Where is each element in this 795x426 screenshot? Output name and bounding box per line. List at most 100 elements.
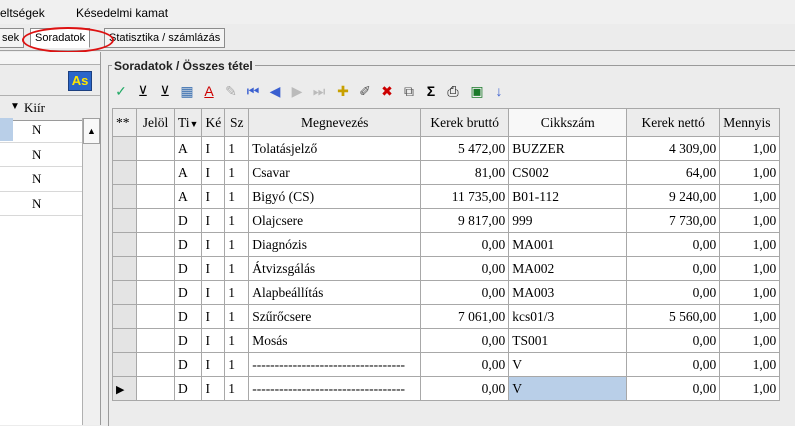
kerek-netto-cell[interactable]: 0,00 bbox=[626, 256, 721, 281]
left-panel-scrollbar[interactable]: ▲ bbox=[82, 118, 100, 425]
column-header-kiir[interactable]: Kiír bbox=[24, 100, 45, 116]
cikkszam-cell[interactable]: kcs01/3 bbox=[508, 304, 628, 329]
list-item[interactable]: N bbox=[0, 118, 82, 143]
menu-item-kesedelmi-kamat[interactable]: Késedelmi kamat bbox=[76, 6, 168, 20]
prev-record-icon[interactable]: ◀ bbox=[266, 82, 284, 100]
table-row[interactable]: D I 1 Alapbeállítás 0,00 MA003 0,00 1,00 bbox=[112, 280, 781, 305]
sum-icon[interactable]: Σ bbox=[422, 82, 440, 100]
ke-cell[interactable]: I bbox=[201, 280, 226, 305]
ti-cell[interactable]: D bbox=[173, 328, 203, 353]
filter-icon[interactable]: ⊻ bbox=[134, 82, 152, 100]
tab-statisztika[interactable]: Statisztika / számlázás bbox=[104, 28, 226, 48]
jelol-cell[interactable] bbox=[136, 280, 175, 305]
edit-record-icon[interactable]: ✐ bbox=[356, 82, 374, 100]
mennyiseg-cell[interactable]: 1,00 bbox=[719, 208, 781, 233]
ti-cell[interactable]: D bbox=[173, 352, 203, 377]
font-color-icon[interactable]: A bbox=[200, 82, 218, 100]
ke-cell[interactable]: I bbox=[201, 328, 226, 353]
excel-export-icon[interactable]: ▣ bbox=[468, 82, 486, 100]
ke-cell[interactable]: I bbox=[201, 136, 226, 161]
ke-cell[interactable]: I bbox=[201, 256, 226, 281]
megnevezes-cell[interactable]: Tolatásjelző bbox=[248, 136, 422, 161]
sz-cell[interactable]: 1 bbox=[224, 328, 250, 353]
kerek-brutto-cell[interactable]: 0,00 bbox=[420, 376, 510, 401]
jelol-cell[interactable] bbox=[136, 256, 175, 281]
next-record-icon[interactable]: ▶ bbox=[288, 82, 306, 100]
kerek-brutto-cell[interactable]: 0,00 bbox=[420, 328, 510, 353]
row-indicator[interactable] bbox=[112, 160, 137, 185]
sz-cell[interactable]: 1 bbox=[224, 376, 250, 401]
row-indicator[interactable] bbox=[112, 232, 137, 257]
first-record-icon[interactable]: ⏮ bbox=[244, 82, 262, 100]
jelol-cell[interactable] bbox=[136, 160, 175, 185]
grid-view-icon[interactable]: ▦ bbox=[178, 82, 196, 100]
sz-cell[interactable]: 1 bbox=[224, 136, 250, 161]
tab-partial[interactable]: sek bbox=[0, 28, 25, 48]
table-row[interactable]: D I 1 ---------------------------------- 0,0… bbox=[112, 352, 781, 377]
kerek-brutto-cell[interactable]: 5 472,00 bbox=[420, 136, 510, 161]
ti-cell[interactable]: D bbox=[173, 256, 203, 281]
mennyiseg-cell[interactable]: 1,00 bbox=[719, 304, 781, 329]
kerek-brutto-cell[interactable]: 81,00 bbox=[420, 160, 510, 185]
copy-icon[interactable]: ⧉ bbox=[400, 82, 418, 100]
row-indicator[interactable] bbox=[112, 184, 137, 209]
menu-item-elteltsegek[interactable]: eltségek bbox=[0, 6, 45, 20]
cikkszam-cell[interactable]: MA001 bbox=[508, 232, 628, 257]
table-row[interactable]: D I 1 Olajcsere 9 817,00 999 7 730,00 1,00 bbox=[112, 208, 781, 233]
ti-cell[interactable]: D bbox=[173, 232, 203, 257]
table-row[interactable]: A I 1 Tolatásjelző 5 472,00 BUZZER 4 309,00 1,0… bbox=[112, 136, 781, 161]
sz-cell[interactable]: 1 bbox=[224, 304, 250, 329]
table-row[interactable]: D I 1 Szűrőcsere 7 061,00 kcs01/3 5 560,00 1,00 bbox=[112, 304, 781, 329]
jelol-cell[interactable] bbox=[136, 232, 175, 257]
as-button[interactable]: As bbox=[68, 71, 92, 91]
jelol-cell[interactable] bbox=[136, 376, 175, 401]
sz-cell[interactable]: 1 bbox=[224, 208, 250, 233]
ke-cell[interactable]: I bbox=[201, 184, 226, 209]
kerek-brutto-cell[interactable]: 7 061,00 bbox=[420, 304, 510, 329]
row-indicator[interactable] bbox=[112, 352, 137, 377]
jelol-cell[interactable] bbox=[136, 208, 175, 233]
table-row[interactable]: D I 1 Diagnózis 0,00 MA001 0,00 1,00 bbox=[112, 232, 781, 257]
megnevezes-cell[interactable]: ---------------------------------- bbox=[248, 352, 422, 377]
row-indicator[interactable]: ▶ bbox=[112, 376, 137, 401]
megnevezes-cell[interactable]: ---------------------------------- bbox=[248, 376, 422, 401]
jelol-cell[interactable] bbox=[136, 304, 175, 329]
tab-soradatok[interactable]: Soradatok bbox=[30, 28, 91, 48]
mennyiseg-cell[interactable]: 1,00 bbox=[719, 328, 781, 353]
print-icon[interactable]: ⎙ bbox=[444, 82, 462, 100]
table-row[interactable]: A I 1 Csavar 81,00 CS002 64,00 1,00 bbox=[112, 160, 781, 185]
column-header-mennyiseg[interactable]: Mennyis bbox=[719, 108, 781, 137]
megnevezes-cell[interactable]: Szűrőcsere bbox=[248, 304, 422, 329]
ti-cell[interactable]: A bbox=[173, 160, 203, 185]
scroll-up-icon[interactable]: ▲ bbox=[83, 118, 100, 144]
jelol-cell[interactable] bbox=[136, 352, 175, 377]
mennyiseg-cell[interactable]: 1,00 bbox=[719, 376, 781, 401]
kerek-brutto-cell[interactable]: 0,00 bbox=[420, 280, 510, 305]
row-indicator[interactable] bbox=[112, 136, 137, 161]
jelol-cell[interactable] bbox=[136, 136, 175, 161]
cikkszam-cell[interactable]: MA002 bbox=[508, 256, 628, 281]
table-row[interactable]: D I 1 Mosás 0,00 TS001 0,00 1,00 bbox=[112, 328, 781, 353]
table-row[interactable]: D I 1 Átvizsgálás 0,00 MA002 0,00 1,00 bbox=[112, 256, 781, 281]
cikkszam-cell[interactable]: V bbox=[508, 376, 628, 401]
ti-cell[interactable]: A bbox=[173, 184, 203, 209]
row-indicator[interactable] bbox=[112, 328, 137, 353]
kerek-brutto-cell[interactable]: 11 735,00 bbox=[420, 184, 510, 209]
column-header-marker[interactable]: ** bbox=[112, 108, 137, 137]
mennyiseg-cell[interactable]: 1,00 bbox=[719, 232, 781, 257]
sz-cell[interactable]: 1 bbox=[224, 352, 250, 377]
kerek-brutto-cell[interactable]: 0,00 bbox=[420, 256, 510, 281]
row-indicator[interactable] bbox=[112, 208, 137, 233]
ke-cell[interactable]: I bbox=[201, 304, 226, 329]
kerek-netto-cell[interactable]: 0,00 bbox=[626, 376, 721, 401]
ti-cell[interactable]: A bbox=[173, 136, 203, 161]
column-header-ke[interactable]: Ké bbox=[201, 108, 226, 137]
last-record-icon[interactable]: ⏭ bbox=[310, 82, 328, 100]
list-item[interactable]: N bbox=[0, 192, 82, 216]
list-item[interactable]: N bbox=[0, 143, 82, 167]
ti-cell[interactable]: D bbox=[173, 304, 203, 329]
filter-edit-icon[interactable]: ⊻ bbox=[156, 82, 174, 100]
ke-cell[interactable]: I bbox=[201, 160, 226, 185]
cikkszam-cell[interactable]: TS001 bbox=[508, 328, 628, 353]
column-header-sz[interactable]: Sz bbox=[224, 108, 250, 137]
